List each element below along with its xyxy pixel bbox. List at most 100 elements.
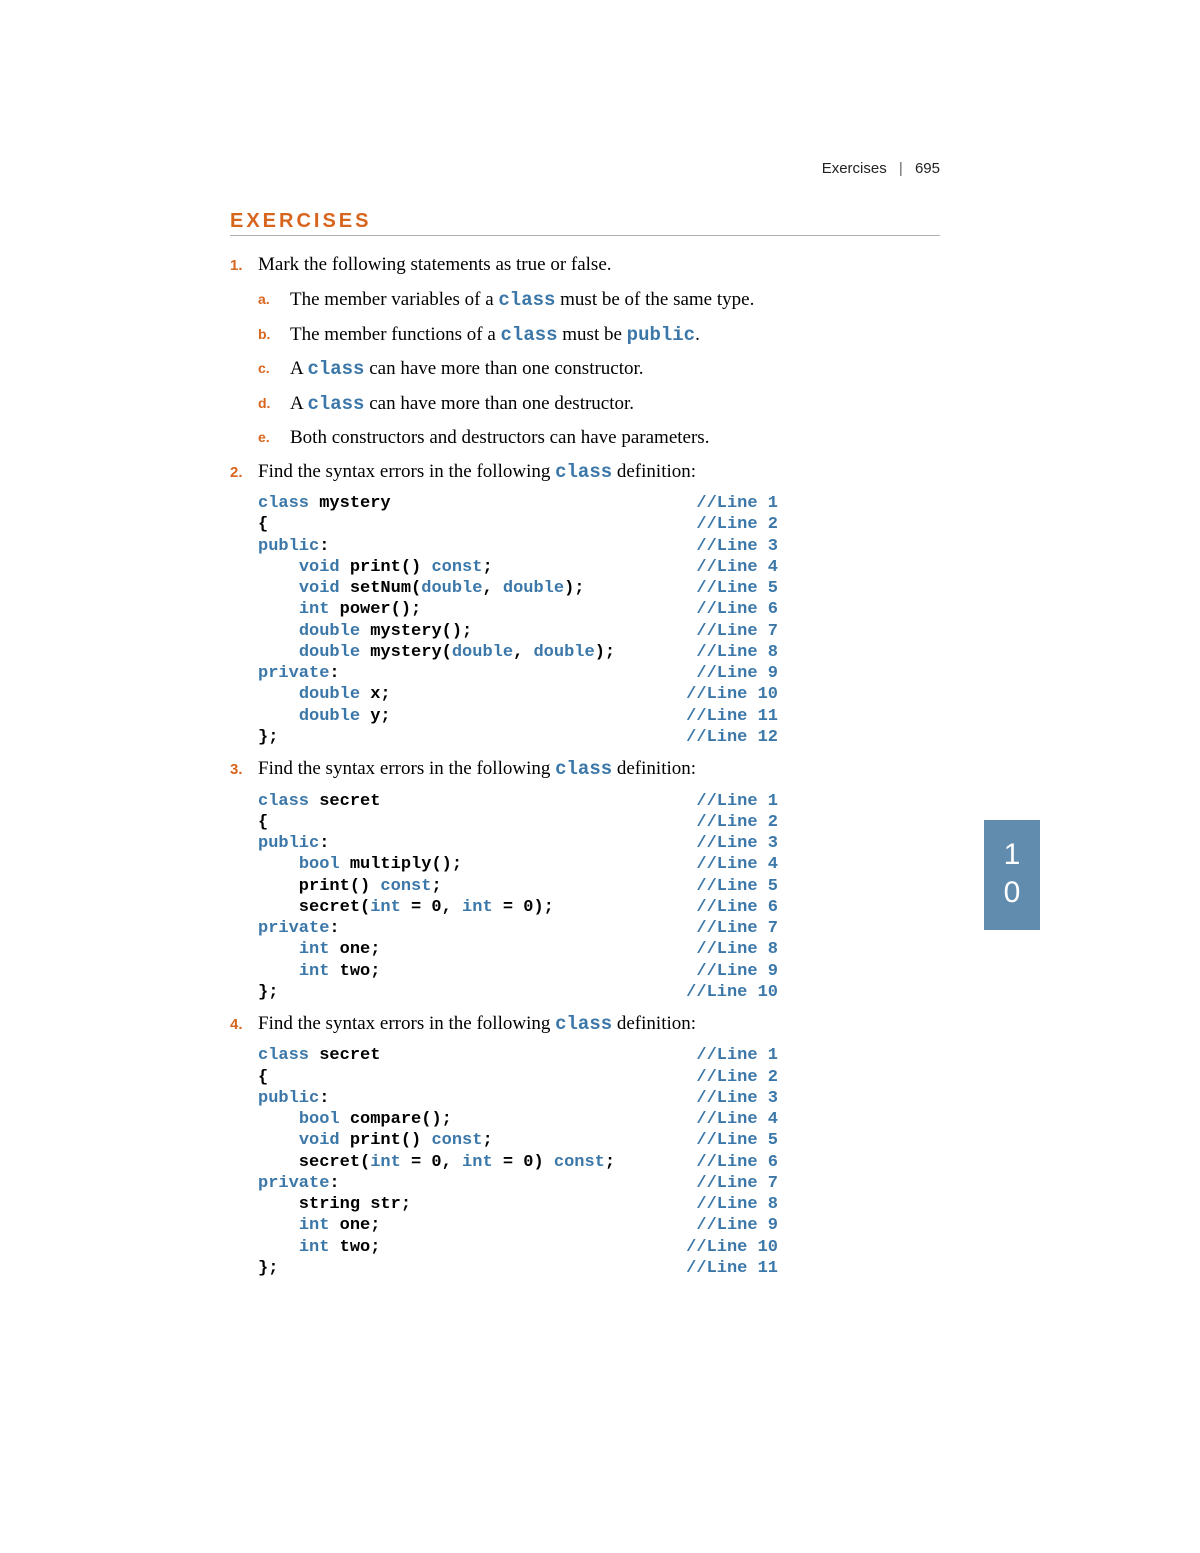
code-comment: //Line 10 xyxy=(686,1237,778,1258)
sub-text: The member variables of a class must be … xyxy=(290,285,940,315)
code-comment: //Line 4 xyxy=(696,557,778,578)
code-comment: //Line 9 xyxy=(696,663,778,684)
code-line: bool multiply();//Line 4 xyxy=(258,854,778,875)
sub-item: c.A class can have more than one constru… xyxy=(258,354,940,384)
question-number: 3. xyxy=(230,754,258,1005)
sub-letter: a. xyxy=(258,285,290,315)
code-comment: //Line 7 xyxy=(696,1173,778,1194)
running-header: Exercises | 695 xyxy=(822,160,940,177)
sub-letter: e. xyxy=(258,423,290,452)
code-line: class secret//Line 1 xyxy=(258,1045,778,1066)
sub-letter: b. xyxy=(258,320,290,350)
code-comment: //Line 11 xyxy=(686,1258,778,1279)
code-line: int two;//Line 9 xyxy=(258,961,778,982)
question-text: Find the syntax errors in the following … xyxy=(258,754,940,784)
code-line: double mystery();//Line 7 xyxy=(258,621,778,642)
code-comment: //Line 2 xyxy=(696,812,778,833)
code-line: class secret//Line 1 xyxy=(258,791,778,812)
code-line: double y;//Line 11 xyxy=(258,706,778,727)
code-line: void print() const;//Line 4 xyxy=(258,557,778,578)
code-line: {//Line 2 xyxy=(258,514,778,535)
code-line: class mystery//Line 1 xyxy=(258,493,778,514)
question: 4.Find the syntax errors in the followin… xyxy=(230,1009,940,1281)
code-block: class secret//Line 1{//Line 2public://Li… xyxy=(258,791,940,1004)
code-line: void print() const;//Line 5 xyxy=(258,1130,778,1151)
code-comment: //Line 1 xyxy=(696,1045,778,1066)
sub-list: a.The member variables of a class must b… xyxy=(258,285,940,452)
code-comment: //Line 2 xyxy=(696,514,778,535)
sub-item: d.A class can have more than one destruc… xyxy=(258,389,940,419)
question-body: Find the syntax errors in the following … xyxy=(258,754,940,1005)
page: Exercises | 695 EXERCISES 1.Mark the fol… xyxy=(0,0,1200,1553)
code-comment: //Line 10 xyxy=(686,982,778,1003)
code-comment: //Line 6 xyxy=(696,1152,778,1173)
section-title: EXERCISES xyxy=(230,210,940,236)
chapter-tab-bottom: 0 xyxy=(984,874,1040,912)
sub-text: The member functions of a class must be … xyxy=(290,320,940,350)
code-line: secret(int = 0, int = 0) const;//Line 6 xyxy=(258,1152,778,1173)
question-body: Find the syntax errors in the following … xyxy=(258,457,940,750)
question-text: Find the syntax errors in the following … xyxy=(258,1009,940,1039)
code-line: private://Line 7 xyxy=(258,918,778,939)
code-line: string str;//Line 8 xyxy=(258,1194,778,1215)
code-comment: //Line 6 xyxy=(696,599,778,620)
question-number: 4. xyxy=(230,1009,258,1281)
code-line: void setNum(double, double);//Line 5 xyxy=(258,578,778,599)
sub-item: a.The member variables of a class must b… xyxy=(258,285,940,315)
code-comment: //Line 2 xyxy=(696,1067,778,1088)
sub-item: b.The member functions of a class must b… xyxy=(258,320,940,350)
question-number: 1. xyxy=(230,250,258,453)
question-text: Find the syntax errors in the following … xyxy=(258,457,940,487)
code-line: };//Line 10 xyxy=(258,982,778,1003)
code-comment: //Line 5 xyxy=(696,876,778,897)
question-text: Mark the following statements as true or… xyxy=(258,250,940,279)
code-comment: //Line 1 xyxy=(696,791,778,812)
sub-text: A class can have more than one destructo… xyxy=(290,389,940,419)
header-section: Exercises xyxy=(822,160,887,177)
code-comment: //Line 3 xyxy=(696,1088,778,1109)
question: 1.Mark the following statements as true … xyxy=(230,250,940,453)
question: 2.Find the syntax errors in the followin… xyxy=(230,457,940,750)
question-number: 2. xyxy=(230,457,258,750)
code-line: int two;//Line 10 xyxy=(258,1237,778,1258)
code-line: {//Line 2 xyxy=(258,812,778,833)
code-block: class secret//Line 1{//Line 2public://Li… xyxy=(258,1045,940,1279)
code-line: private://Line 7 xyxy=(258,1173,778,1194)
code-line: };//Line 12 xyxy=(258,727,778,748)
code-line: public://Line 3 xyxy=(258,1088,778,1109)
code-comment: //Line 10 xyxy=(686,684,778,705)
code-line: double x;//Line 10 xyxy=(258,684,778,705)
code-comment: //Line 3 xyxy=(696,833,778,854)
code-comment: //Line 4 xyxy=(696,1109,778,1130)
sub-letter: c. xyxy=(258,354,290,384)
code-comment: //Line 4 xyxy=(696,854,778,875)
code-line: public://Line 3 xyxy=(258,536,778,557)
chapter-tab: 1 0 xyxy=(984,820,1040,930)
code-comment: //Line 8 xyxy=(696,642,778,663)
code-line: double mystery(double, double);//Line 8 xyxy=(258,642,778,663)
header-page: 695 xyxy=(915,160,940,177)
code-comment: //Line 9 xyxy=(696,961,778,982)
code-block: class mystery//Line 1{//Line 2public://L… xyxy=(258,493,940,748)
code-comment: //Line 9 xyxy=(696,1215,778,1236)
code-line: public://Line 3 xyxy=(258,833,778,854)
code-comment: //Line 12 xyxy=(686,727,778,748)
code-line: print() const;//Line 5 xyxy=(258,876,778,897)
code-comment: //Line 7 xyxy=(696,621,778,642)
code-comment: //Line 8 xyxy=(696,1194,778,1215)
question: 3.Find the syntax errors in the followin… xyxy=(230,754,940,1005)
code-line: int one;//Line 9 xyxy=(258,1215,778,1236)
question-list: 1.Mark the following statements as true … xyxy=(230,250,940,1281)
code-line: secret(int = 0, int = 0);//Line 6 xyxy=(258,897,778,918)
code-comment: //Line 5 xyxy=(696,578,778,599)
sub-text: A class can have more than one construct… xyxy=(290,354,940,384)
sub-text: Both constructors and destructors can ha… xyxy=(290,423,940,452)
code-comment: //Line 8 xyxy=(696,939,778,960)
code-comment: //Line 6 xyxy=(696,897,778,918)
chapter-tab-top: 1 xyxy=(984,836,1040,874)
code-line: {//Line 2 xyxy=(258,1067,778,1088)
code-line: int power();//Line 6 xyxy=(258,599,778,620)
code-comment: //Line 11 xyxy=(686,706,778,727)
code-comment: //Line 5 xyxy=(696,1130,778,1151)
sub-letter: d. xyxy=(258,389,290,419)
